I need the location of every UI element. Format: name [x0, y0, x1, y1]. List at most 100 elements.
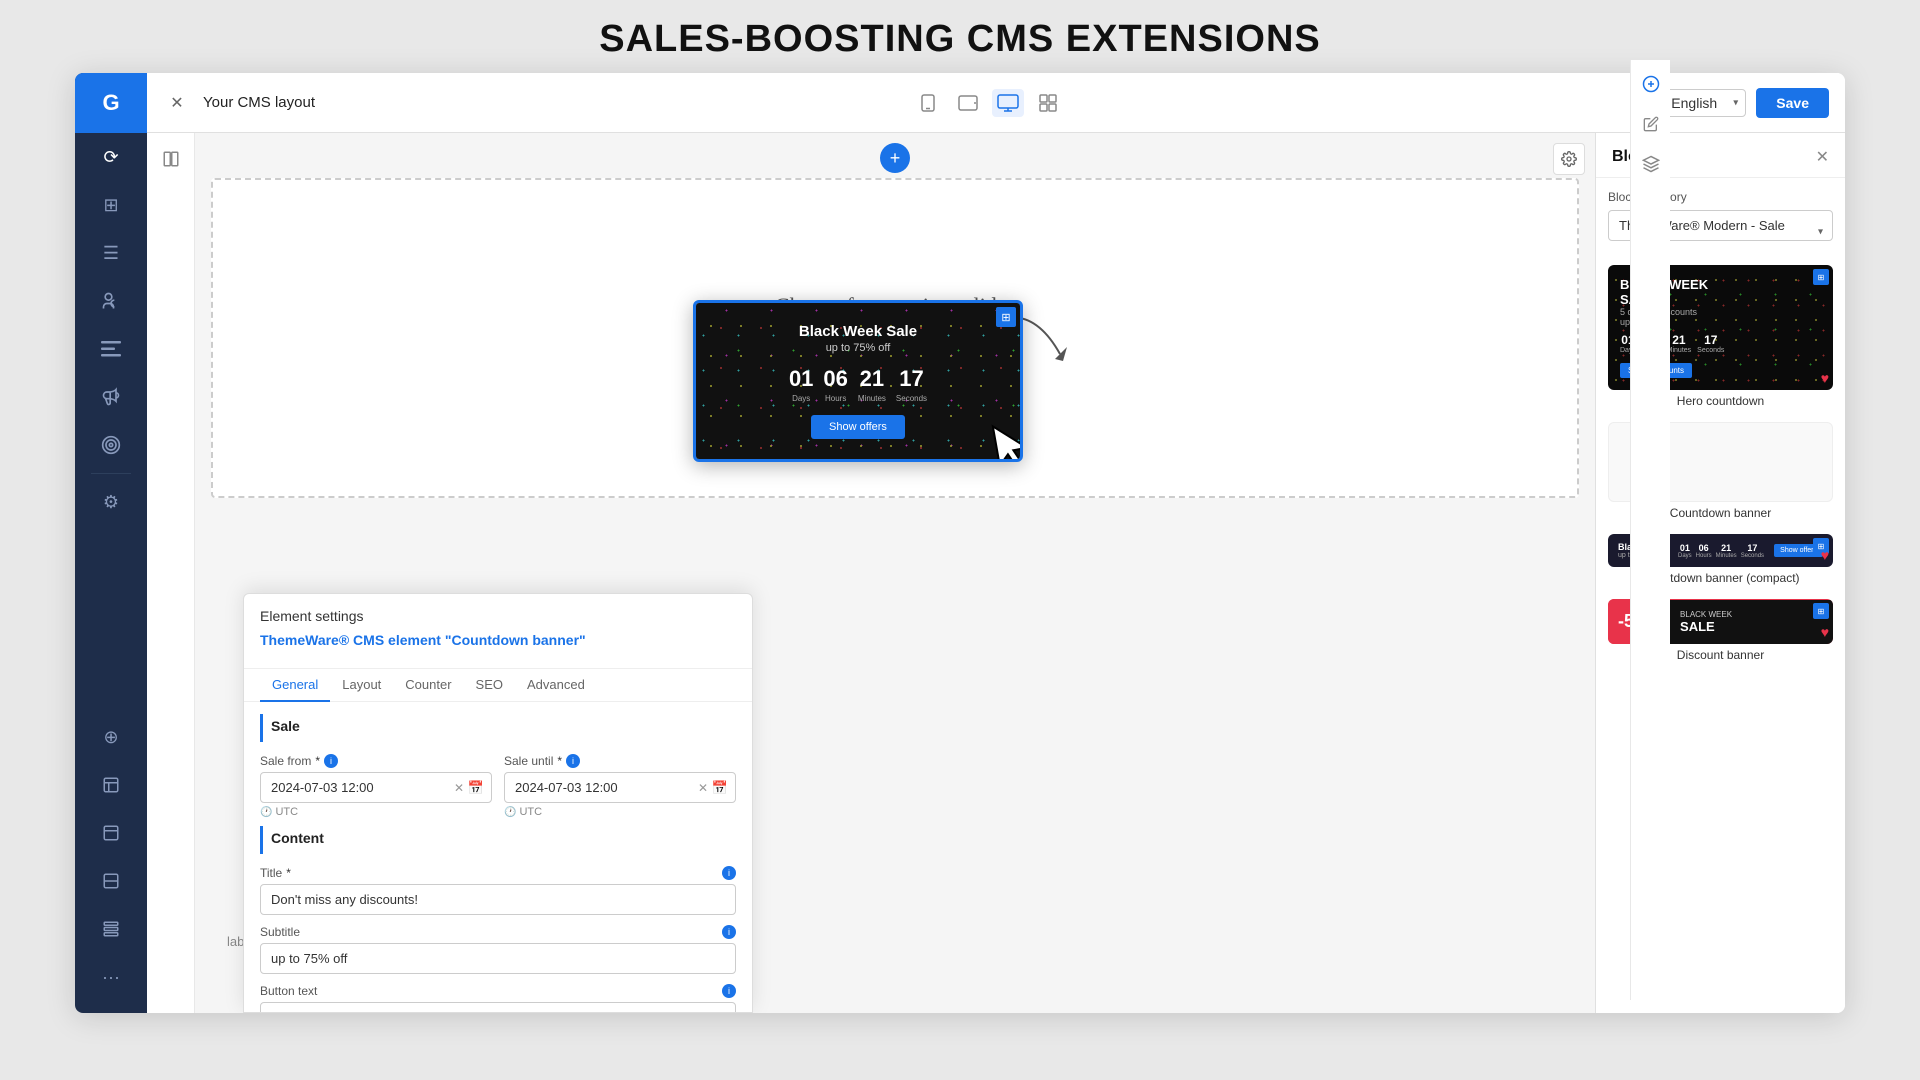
- content-section-label: Content: [260, 826, 736, 854]
- sidebar-item-users[interactable]: [75, 277, 147, 325]
- button-text-group: Button text i: [260, 984, 736, 1012]
- sidebar-item-t4[interactable]: [75, 905, 147, 953]
- settings-body: Sale Sale from * i ✕: [244, 702, 752, 1012]
- block-heart-discount[interactable]: ♥: [1821, 624, 1829, 640]
- button-text-label: Button text i: [260, 984, 736, 998]
- left-panel-icons: [147, 133, 195, 1013]
- subtitle-input[interactable]: [260, 943, 736, 974]
- sidebar-item-pages[interactable]: ⊞: [75, 181, 147, 229]
- sale-date-row: Sale from * i ✕ 📅 🕐: [260, 754, 736, 818]
- sidebar: G ⟳ ⊞ ☰ ⚙ ⊕: [75, 73, 147, 1013]
- grid-device-btn[interactable]: [1032, 89, 1064, 117]
- sidebar-item-t3[interactable]: [75, 857, 147, 905]
- sidebar-item-targeting[interactable]: [75, 421, 147, 469]
- sale-from-utc-label: 🕐 UTC: [260, 806, 492, 818]
- main-container: G ⟳ ⊞ ☰ ⚙ ⊕: [75, 73, 1845, 1013]
- rp-edit-icon[interactable]: [1635, 133, 1667, 140]
- countdown-banner: ⊞ Black Week Sale up to 75% off 01 Days: [696, 303, 1020, 459]
- sale-section-label: Sale: [260, 714, 736, 742]
- subtitle-info-icon[interactable]: i: [722, 925, 736, 939]
- block-tag-discount: ⊞: [1813, 603, 1829, 619]
- settings-tab-layout[interactable]: Layout: [330, 669, 393, 702]
- button-text-input[interactable]: [260, 1002, 736, 1012]
- title-info-icon[interactable]: i: [722, 866, 736, 880]
- title-label: Title * i: [260, 866, 736, 880]
- sale-from-group: Sale from * i ✕ 📅 🕐: [260, 754, 492, 818]
- blocks-panel: Blocks ✕ Block category ThemeWare® Moder…: [1595, 133, 1845, 1013]
- sidebar-item-add[interactable]: ⊕: [75, 713, 147, 761]
- compact-timer: 01Days 06Hours 21Minutes 17Seconds: [1678, 543, 1764, 559]
- device-switcher: [327, 89, 1648, 117]
- sale-until-calendar-icon[interactable]: 📅: [712, 780, 728, 796]
- sidebar-item-marketing[interactable]: [75, 373, 147, 421]
- canvas-area: + Choose from various slideswith extreme…: [195, 133, 1595, 1013]
- page-title: SALES-BOOSTING CMS EXTENSIONS: [0, 18, 1920, 61]
- settings-tab-advanced[interactable]: Advanced: [515, 669, 597, 702]
- sidebar-item-content[interactable]: ☰: [75, 229, 147, 277]
- panel-layout-icon[interactable]: [153, 141, 189, 177]
- tablet-device-btn[interactable]: [952, 89, 984, 117]
- toolbar-right: English ▾ Save: [1660, 88, 1829, 118]
- sale-from-info-icon[interactable]: i: [324, 754, 338, 768]
- add-button-bar: +: [880, 143, 910, 173]
- sidebar-item-t1[interactable]: [75, 761, 147, 809]
- timer-hours: 06 Hours: [823, 366, 847, 403]
- cursor-icon: [984, 415, 1023, 462]
- settings-tab-counter[interactable]: Counter: [393, 669, 463, 702]
- sidebar-item-more[interactable]: ···: [75, 953, 147, 1001]
- language-selector-wrapper: English ▾: [1660, 89, 1746, 117]
- timer-seconds: 17 Seconds: [896, 366, 927, 403]
- button-text-info-icon[interactable]: i: [722, 984, 736, 998]
- rp-layers-icon[interactable]: [1635, 148, 1667, 180]
- sale-until-clear-icon[interactable]: ✕: [698, 781, 708, 795]
- title-input[interactable]: [260, 884, 736, 915]
- sale-from-input-wrapper: ✕ 📅: [260, 772, 492, 803]
- sidebar-item-settings[interactable]: ⚙: [75, 478, 147, 526]
- canvas-settings-button[interactable]: [1553, 143, 1585, 175]
- layout-title: Your CMS layout: [203, 94, 315, 111]
- title-group: Title * i: [260, 866, 736, 915]
- sidebar-logo[interactable]: G: [75, 73, 147, 133]
- countdown-inner: Black Week Sale up to 75% off 01 Days: [712, 323, 1004, 439]
- sale-until-group: Sale until * i ✕ 📅 🕐: [504, 754, 736, 818]
- language-select[interactable]: English: [1660, 89, 1746, 117]
- placeholder-box: Choose from various slideswith extremely…: [211, 178, 1579, 498]
- desktop-device-btn[interactable]: [992, 89, 1024, 117]
- settings-panel: Element settings ThemeWare® CMS element …: [243, 593, 753, 1013]
- sidebar-item-t2[interactable]: [75, 809, 147, 857]
- settings-tab-seo[interactable]: SEO: [464, 669, 515, 702]
- countdown-title: Black Week Sale: [712, 323, 1004, 340]
- show-offers-button[interactable]: Show offers: [811, 415, 905, 439]
- settings-element-name: ThemeWare® CMS element "Countdown banner…: [260, 632, 736, 648]
- sale-until-info-icon[interactable]: i: [566, 754, 580, 768]
- sale-until-input-wrapper: ✕ 📅: [504, 772, 736, 803]
- save-button[interactable]: Save: [1756, 88, 1829, 118]
- countdown-overlay: ⊞ Black Week Sale up to 75% off 01 Days: [693, 300, 1023, 462]
- settings-panel-title: Element settings: [260, 608, 736, 624]
- subtitle-group: Subtitle i: [260, 925, 736, 974]
- sale-from-label: Sale from * i: [260, 754, 492, 768]
- editor-area: + Choose from various slideswith extreme…: [147, 133, 1845, 1013]
- sale-from-calendar-icon[interactable]: 📅: [468, 780, 484, 796]
- close-button[interactable]: ✕: [163, 89, 191, 117]
- block-tag-hero: ⊞: [1813, 269, 1829, 285]
- sidebar-item-sync[interactable]: ⟳: [75, 133, 147, 181]
- toolbar: ✕ Your CMS layout English: [147, 73, 1845, 133]
- add-section-button[interactable]: +: [880, 143, 910, 173]
- settings-tab-general[interactable]: General: [260, 669, 330, 702]
- mobile-device-btn[interactable]: [912, 89, 944, 117]
- right-panel-icons: [1630, 133, 1670, 1000]
- timer-days: 01 Days: [789, 366, 813, 403]
- timer-minutes: 21 Minutes: [858, 366, 886, 403]
- settings-tabs: General Layout Counter SEO Advanced: [244, 669, 752, 702]
- countdown-timer: 01 Days 06 Hours 21: [712, 366, 1004, 403]
- sale-until-utc-label: 🕐 UTC: [504, 806, 736, 818]
- subtitle-label: Subtitle i: [260, 925, 736, 939]
- block-heart-compact[interactable]: ♥: [1821, 547, 1829, 563]
- sale-from-clear-icon[interactable]: ✕: [454, 781, 464, 795]
- blocks-close-button[interactable]: ✕: [1816, 147, 1829, 167]
- countdown-subtitle: up to 75% off: [712, 342, 1004, 354]
- sidebar-item-menu[interactable]: [75, 325, 147, 373]
- logo-icon: G: [102, 90, 119, 116]
- block-heart-hero[interactable]: ♥: [1821, 370, 1829, 386]
